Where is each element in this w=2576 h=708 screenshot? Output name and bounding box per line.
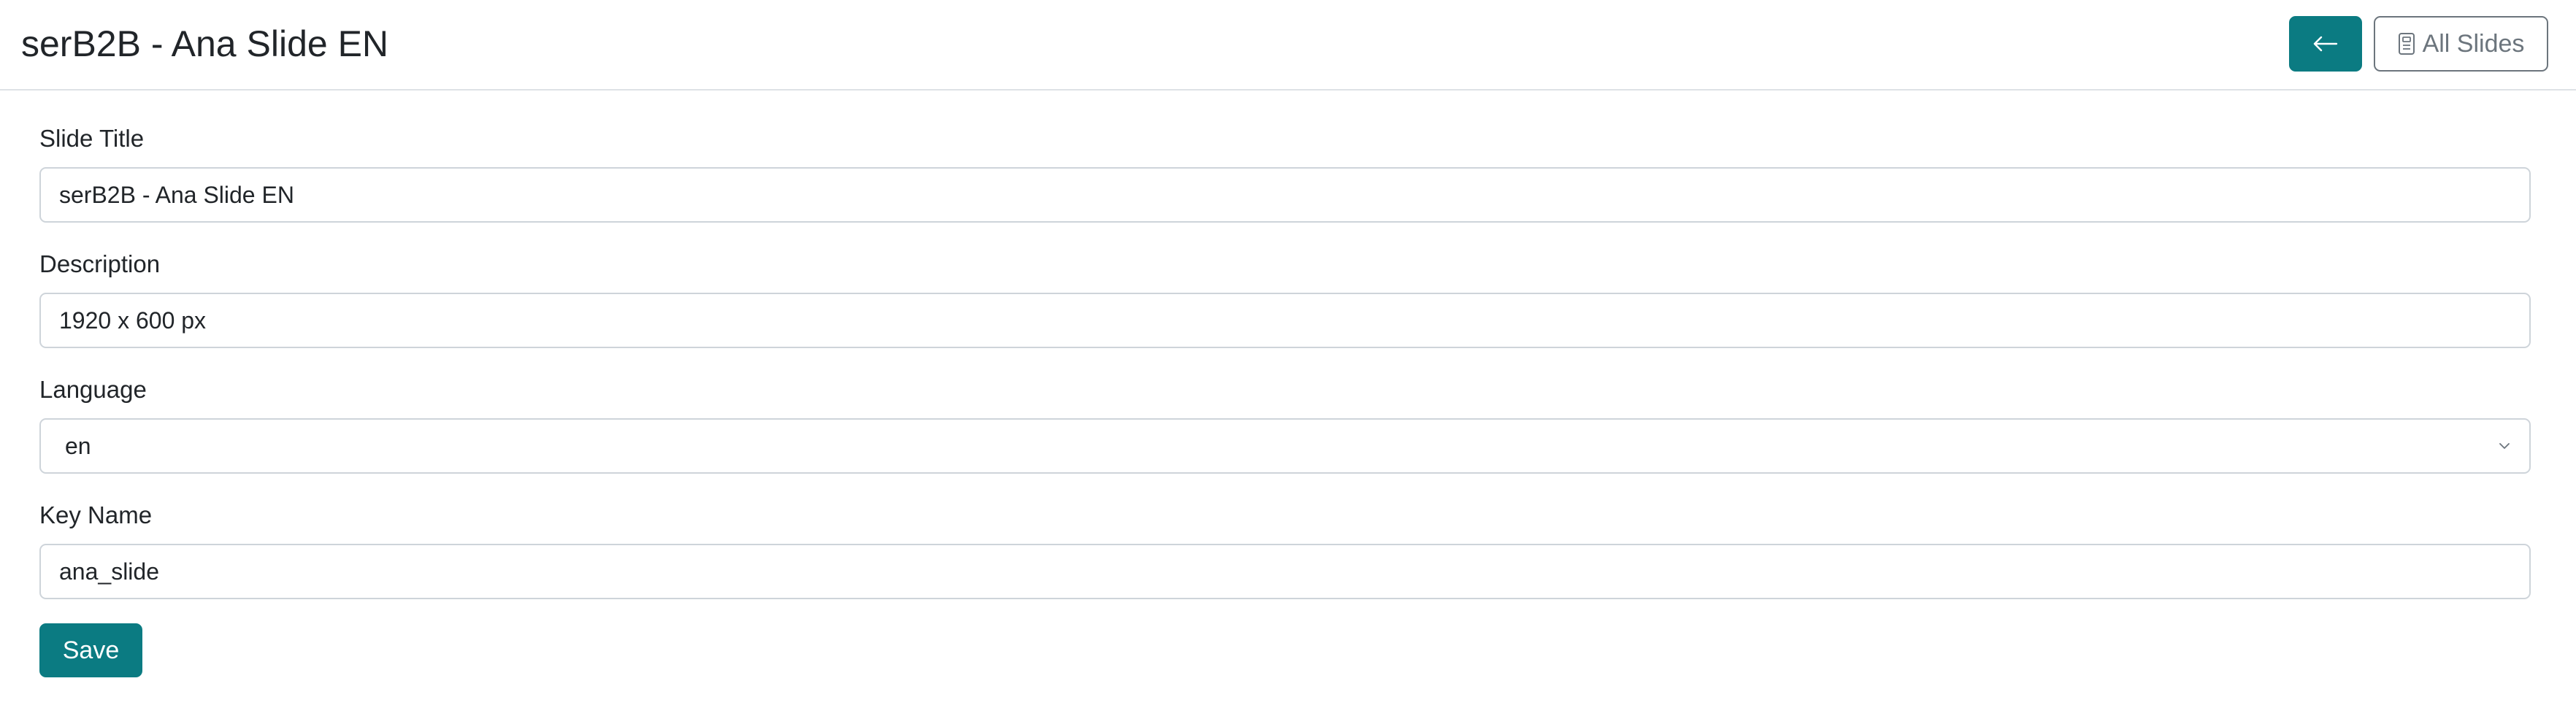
- language-label: Language: [39, 376, 147, 403]
- save-button[interactable]: Save: [39, 623, 142, 677]
- arrow-left-icon: [2313, 36, 2338, 52]
- key-name-value: ana_slide: [59, 558, 159, 585]
- slide-title-label: Slide Title: [39, 125, 145, 152]
- all-slides-label: All Slides: [2422, 29, 2525, 58]
- language-value: en: [65, 432, 91, 459]
- description-value: 1920 x 600 px: [59, 307, 207, 334]
- page-title: serB2B - Ana Slide EN: [21, 23, 389, 64]
- chevron-down-icon: [2499, 443, 2510, 449]
- slides-document-icon: [2398, 33, 2415, 55]
- all-slides-button[interactable]: All Slides: [2374, 16, 2548, 72]
- page-header: serB2B - Ana Slide EN All Slides: [0, 0, 2576, 91]
- key-name-input[interactable]: ana_slide: [39, 544, 2531, 599]
- description-input[interactable]: 1920 x 600 px: [39, 293, 2531, 348]
- key-name-label: Key Name: [39, 501, 153, 528]
- slide-title-value: serB2B - Ana Slide EN: [59, 181, 294, 208]
- description-label: Description: [39, 250, 161, 277]
- back-button[interactable]: [2289, 16, 2362, 72]
- slide-title-input[interactable]: serB2B - Ana Slide EN: [39, 167, 2531, 223]
- language-select[interactable]: en: [39, 418, 2531, 474]
